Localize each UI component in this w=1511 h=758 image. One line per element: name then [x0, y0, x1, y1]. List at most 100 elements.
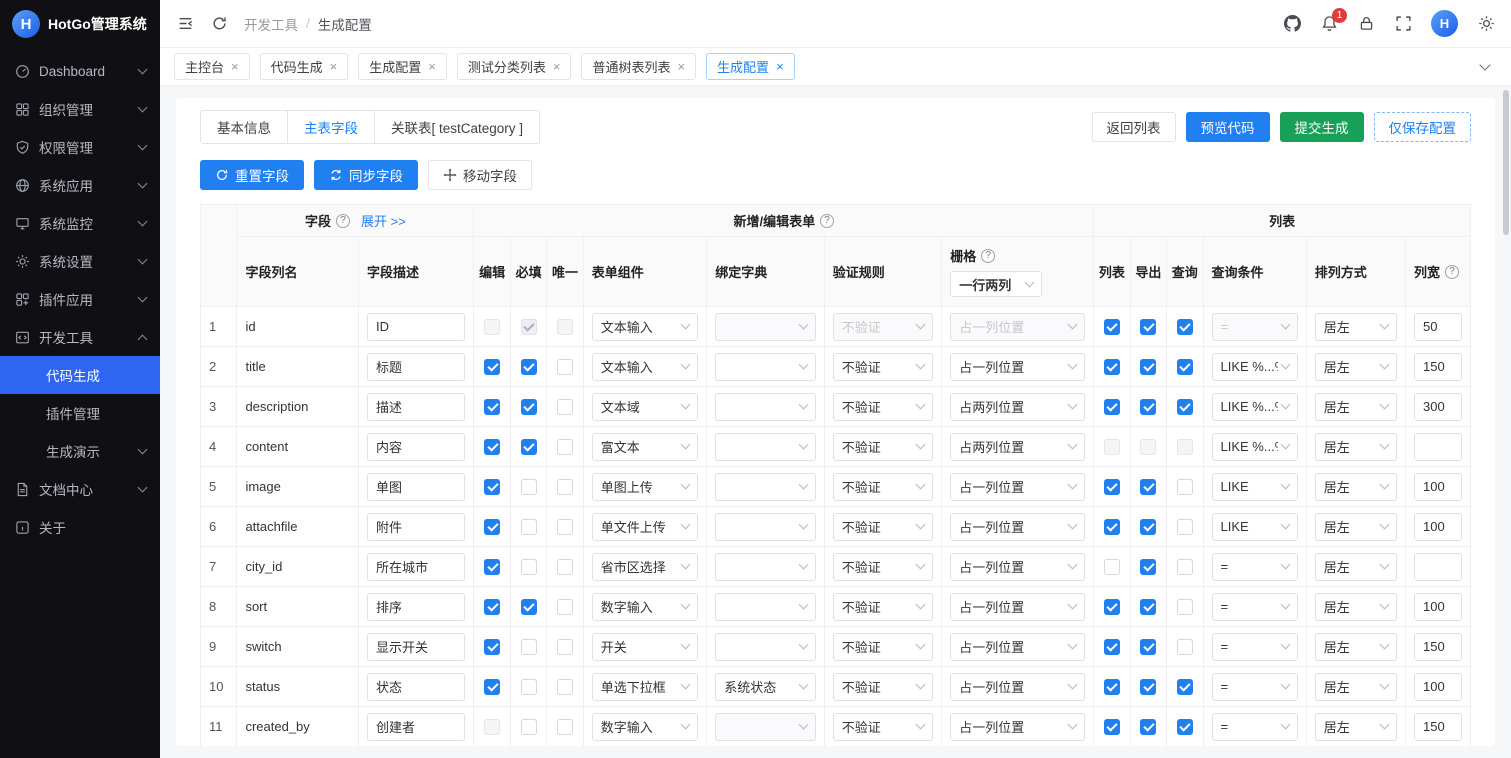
- app-logo[interactable]: H HotGo管理系统: [0, 0, 160, 48]
- query-checkbox[interactable]: [1177, 439, 1193, 455]
- edit-checkbox[interactable]: [484, 359, 500, 375]
- refresh-icon[interactable]: [210, 15, 228, 33]
- export-checkbox[interactable]: [1140, 319, 1156, 335]
- required-checkbox[interactable]: [521, 679, 537, 695]
- back-to-list-button[interactable]: 返回列表: [1092, 112, 1176, 142]
- export-checkbox[interactable]: [1140, 399, 1156, 415]
- align-select[interactable]: 居左: [1315, 593, 1397, 621]
- grid-select[interactable]: 占一列位置: [950, 473, 1085, 501]
- align-select[interactable]: 居左: [1315, 433, 1397, 461]
- dict-select[interactable]: [715, 633, 815, 661]
- query-checkbox[interactable]: [1177, 679, 1193, 695]
- dict-select[interactable]: [715, 713, 815, 741]
- close-icon[interactable]: ×: [428, 60, 436, 73]
- query-checkbox[interactable]: [1177, 719, 1193, 735]
- align-select[interactable]: 居左: [1315, 513, 1397, 541]
- unique-checkbox[interactable]: [557, 679, 573, 695]
- edit-checkbox[interactable]: [484, 599, 500, 615]
- required-checkbox[interactable]: [521, 519, 537, 535]
- query-checkbox[interactable]: [1177, 319, 1193, 335]
- unique-checkbox[interactable]: [557, 639, 573, 655]
- component-select[interactable]: 单选下拉框: [592, 673, 699, 701]
- fullscreen-icon[interactable]: [1394, 15, 1412, 33]
- close-icon[interactable]: ×: [330, 60, 338, 73]
- export-checkbox[interactable]: [1140, 559, 1156, 575]
- validation-select[interactable]: 不验证: [833, 593, 933, 621]
- dict-select[interactable]: [715, 353, 815, 381]
- grid-select[interactable]: 占一列位置: [950, 553, 1085, 581]
- edit-checkbox[interactable]: [484, 719, 500, 735]
- page-tab-console[interactable]: 主控台×: [174, 53, 250, 80]
- condition-select[interactable]: =: [1212, 713, 1298, 741]
- tab-related-table[interactable]: 关联表[ testCategory ]: [374, 110, 540, 144]
- component-select[interactable]: 文本输入: [592, 353, 699, 381]
- export-checkbox[interactable]: [1140, 519, 1156, 535]
- field-desc-input[interactable]: [367, 473, 465, 501]
- sidebar-item-system-app[interactable]: 系统应用: [0, 166, 160, 204]
- preview-code-button[interactable]: 预览代码: [1186, 112, 1270, 142]
- required-checkbox[interactable]: [521, 439, 537, 455]
- scrollbar-thumb[interactable]: [1503, 90, 1509, 235]
- dict-select[interactable]: [715, 553, 815, 581]
- list-checkbox[interactable]: [1104, 359, 1120, 375]
- align-select[interactable]: 居左: [1315, 353, 1397, 381]
- align-select[interactable]: 居左: [1315, 393, 1397, 421]
- validation-select[interactable]: 不验证: [833, 673, 933, 701]
- sidebar-item-dashboard[interactable]: Dashboard: [0, 52, 160, 90]
- unique-checkbox[interactable]: [557, 719, 573, 735]
- edit-checkbox[interactable]: [484, 399, 500, 415]
- help-icon[interactable]: ?: [336, 214, 350, 228]
- export-checkbox[interactable]: [1140, 439, 1156, 455]
- unique-checkbox[interactable]: [557, 319, 573, 335]
- edit-checkbox[interactable]: [484, 519, 500, 535]
- grid-select[interactable]: 占一列位置: [950, 313, 1085, 341]
- list-checkbox[interactable]: [1104, 559, 1120, 575]
- sidebar-item-system-settings[interactable]: 系统设置: [0, 242, 160, 280]
- unique-checkbox[interactable]: [557, 599, 573, 615]
- scrollbar[interactable]: [1503, 90, 1509, 750]
- grid-select[interactable]: 占一列位置: [950, 713, 1085, 741]
- component-select[interactable]: 单文件上传: [592, 513, 699, 541]
- tab-basic-info[interactable]: 基本信息: [200, 110, 288, 144]
- field-desc-input[interactable]: [367, 513, 465, 541]
- validation-select[interactable]: 不验证: [833, 713, 933, 741]
- required-checkbox[interactable]: [521, 359, 537, 375]
- component-select[interactable]: 富文本: [592, 433, 699, 461]
- width-input[interactable]: [1414, 433, 1462, 461]
- component-select[interactable]: 省市区选择: [592, 553, 699, 581]
- validation-select[interactable]: 不验证: [833, 513, 933, 541]
- dict-select[interactable]: [715, 393, 815, 421]
- close-icon[interactable]: ×: [776, 60, 784, 73]
- condition-select[interactable]: =: [1212, 633, 1298, 661]
- list-checkbox[interactable]: [1104, 639, 1120, 655]
- close-icon[interactable]: ×: [677, 60, 685, 73]
- align-select[interactable]: 居左: [1315, 633, 1397, 661]
- validation-select[interactable]: 不验证: [833, 353, 933, 381]
- unique-checkbox[interactable]: [557, 359, 573, 375]
- dict-select[interactable]: [715, 513, 815, 541]
- tab-main-table-fields[interactable]: 主表字段: [287, 110, 375, 144]
- grid-select[interactable]: 占两列位置: [950, 393, 1085, 421]
- list-checkbox[interactable]: [1104, 679, 1120, 695]
- page-tab-generation-config-2[interactable]: 生成配置×: [706, 53, 795, 80]
- sync-fields-button[interactable]: 同步字段: [314, 160, 418, 190]
- component-select[interactable]: 文本域: [592, 393, 699, 421]
- field-desc-input[interactable]: [367, 353, 465, 381]
- sidebar-item-system-monitor[interactable]: 系统监控: [0, 204, 160, 242]
- list-checkbox[interactable]: [1104, 399, 1120, 415]
- query-checkbox[interactable]: [1177, 359, 1193, 375]
- required-checkbox[interactable]: [521, 399, 537, 415]
- grid-select[interactable]: 占一列位置: [950, 673, 1085, 701]
- sidebar-item-permission[interactable]: 权限管理: [0, 128, 160, 166]
- validation-select[interactable]: 不验证: [833, 313, 933, 341]
- required-checkbox[interactable]: [521, 719, 537, 735]
- dict-select[interactable]: [715, 593, 815, 621]
- move-fields-button[interactable]: 移动字段: [428, 160, 532, 190]
- help-icon[interactable]: ?: [820, 214, 834, 228]
- help-icon[interactable]: ?: [981, 249, 995, 263]
- field-desc-input[interactable]: [367, 433, 465, 461]
- condition-select[interactable]: LIKE: [1212, 513, 1298, 541]
- github-icon[interactable]: [1283, 15, 1301, 33]
- page-tab-test-category-list[interactable]: 测试分类列表×: [457, 53, 572, 80]
- query-checkbox[interactable]: [1177, 479, 1193, 495]
